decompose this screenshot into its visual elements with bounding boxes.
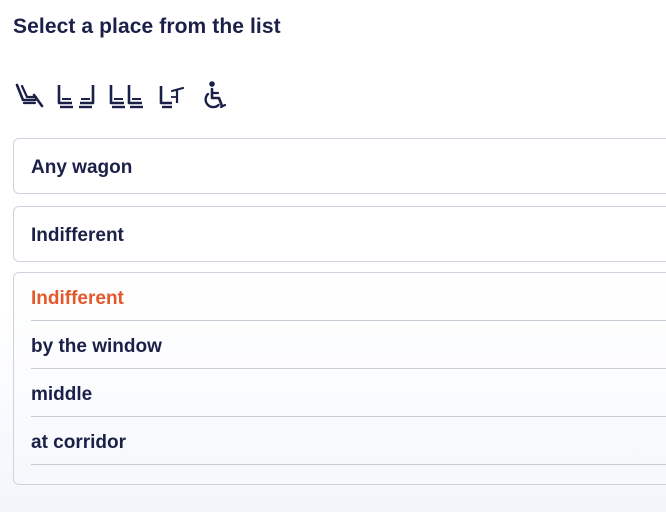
seats-side-by-side-icon[interactable] [108,81,146,111]
option-by-the-window[interactable]: by the window [31,321,666,369]
option-label: at corridor [31,432,127,453]
position-select[interactable]: Indifferent [13,206,666,262]
option-label: Indifferent [31,288,124,309]
wheelchair-icon[interactable] [202,80,228,112]
option-indifferent[interactable]: Indifferent [31,273,666,321]
seat-type-icon-bar [14,80,228,112]
reclining-seat-icon[interactable] [14,81,44,111]
option-label: middle [31,384,93,405]
option-label: by the window [31,336,162,357]
seats-facing-apart-icon[interactable] [56,81,96,111]
option-middle[interactable]: middle [31,369,666,417]
position-options-list: Indifferent by the window middle at corr… [13,272,666,485]
wagon-select[interactable]: Any wagon [13,138,666,194]
page-title: Select a place from the list [13,15,281,38]
position-select-value: Indifferent [31,225,124,246]
wagon-select-value: Any wagon [31,157,133,178]
option-at-corridor[interactable]: at corridor [31,417,666,465]
seat-with-table-icon[interactable] [158,81,186,111]
